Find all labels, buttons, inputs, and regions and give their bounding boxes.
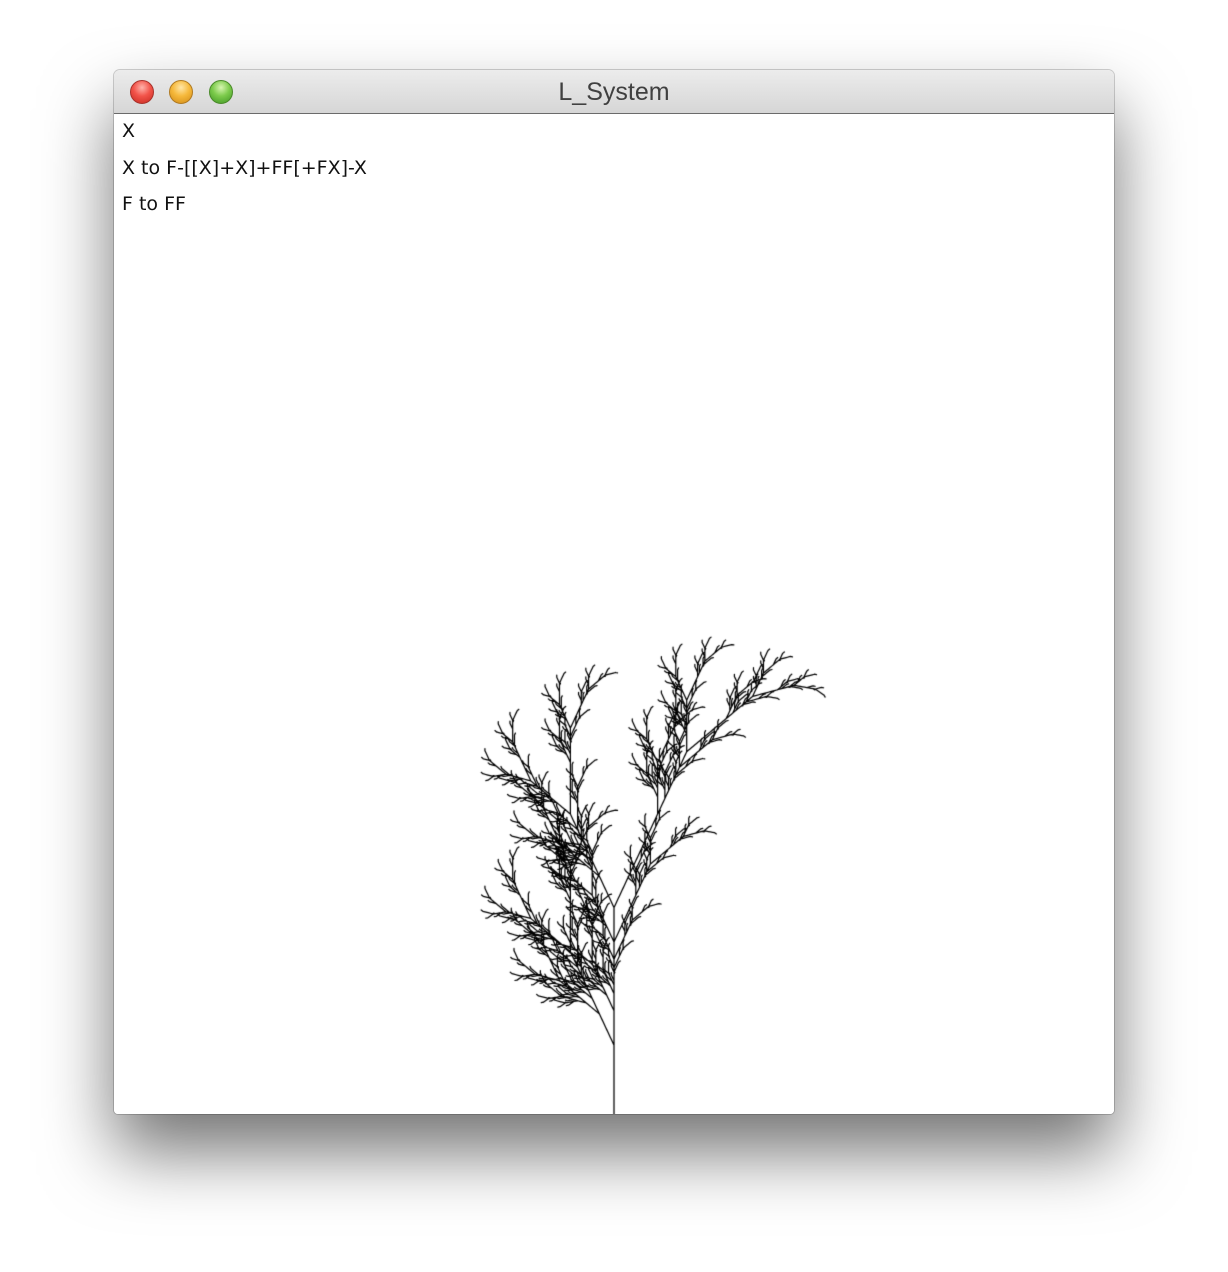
l-system-tree-drawing: [114, 114, 1114, 1114]
rules-panel: X X to F-[[X]+X]+FF[+FX]-X F to FF: [122, 120, 367, 230]
l-system-window: L_System X X to F-[[X]+X]+FF[+FX]-X F to…: [114, 70, 1114, 1114]
window-title: L_System: [558, 78, 670, 106]
rule-f-label: F to FF: [122, 193, 186, 215]
screen: L_System X X to F-[[X]+X]+FF[+FX]-X F to…: [0, 0, 1228, 1272]
rule-x-label: X to F-[[X]+X]+FF[+FX]-X: [122, 156, 367, 179]
title-bar[interactable]: L_System: [114, 70, 1114, 114]
drawing-area: X X to F-[[X]+X]+FF[+FX]-X F to FF: [114, 114, 1114, 1114]
axiom-label: X: [122, 120, 136, 142]
